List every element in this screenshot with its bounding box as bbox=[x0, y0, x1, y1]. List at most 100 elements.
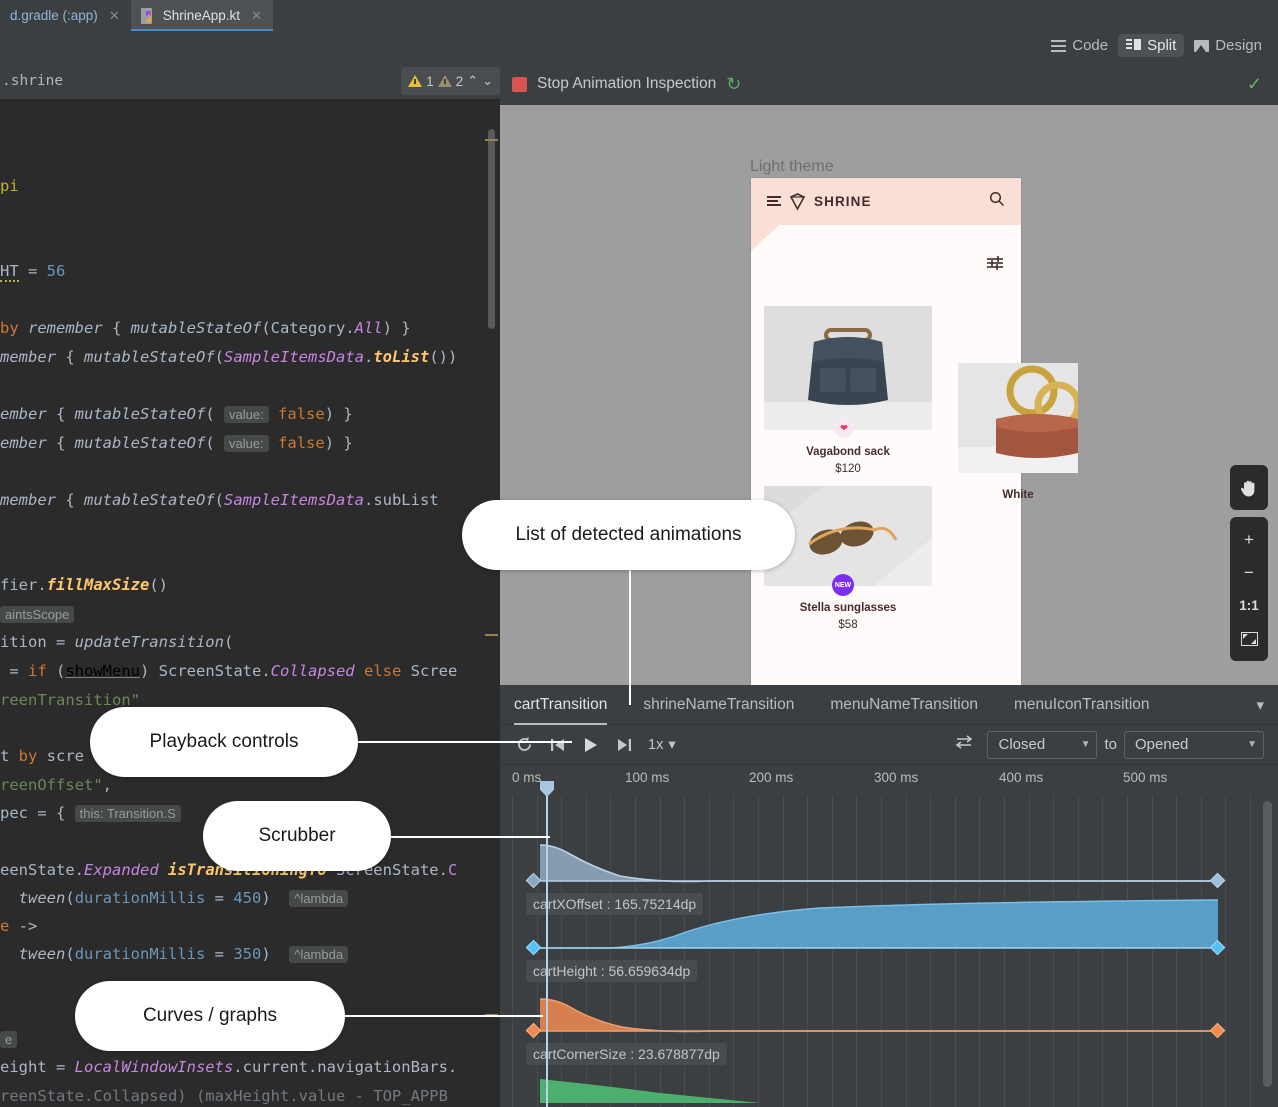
view-mode-switch: Code Split Design bbox=[1043, 34, 1270, 57]
zoom-actual-size-button[interactable]: 1:1 bbox=[1230, 589, 1268, 622]
preview-device-frame[interactable]: SHRINE bbox=[751, 178, 1021, 685]
chevron-down-icon[interactable]: ▾ bbox=[1256, 696, 1278, 714]
tab-label: shrineNameTransition bbox=[643, 696, 794, 714]
product-badge: NEW bbox=[832, 574, 854, 596]
code-line: t by scre bbox=[0, 747, 84, 765]
code-editor[interactable]: piHT = 56by remember { mutableStateOf(Ca… bbox=[0, 99, 500, 1107]
zoom-out-icon[interactable]: − bbox=[1230, 556, 1268, 589]
timeline-ruler[interactable]: 0 ms 100 ms 200 ms 300 ms 400 ms 500 ms bbox=[500, 765, 1278, 795]
playback-controls: 1x ▾ Closed ▼ to Opened ▼ bbox=[500, 725, 1278, 765]
product-name: Stella sunglasses bbox=[764, 602, 932, 614]
play-icon[interactable] bbox=[574, 729, 607, 761]
product-card[interactable]: ❤ Vagabond sack $120 bbox=[764, 306, 932, 475]
tab-menuIconTransition[interactable]: menuIconTransition bbox=[996, 685, 1168, 725]
timeline-scrollbar[interactable] bbox=[1263, 801, 1272, 1087]
swap-icon[interactable] bbox=[955, 735, 987, 754]
view-mode-code[interactable]: Code bbox=[1043, 34, 1116, 57]
stop-animation-inspection-button[interactable]: Stop Animation Inspection bbox=[537, 75, 716, 93]
chevron-down-icon: ▼ bbox=[1081, 739, 1091, 750]
product-card[interactable]: NEW Stella sunglasses $58 bbox=[764, 486, 932, 631]
stop-icon[interactable] bbox=[512, 77, 527, 92]
jump-to-end-icon[interactable] bbox=[607, 729, 640, 761]
chevron-down-icon: ▼ bbox=[1247, 739, 1257, 750]
breadcrumb[interactable]: .shrine bbox=[0, 73, 63, 89]
refresh-icon[interactable]: ↻ bbox=[726, 74, 741, 95]
editor-tab-shrineapp[interactable]: ShrineApp.kt ✕ bbox=[131, 0, 273, 31]
prev-problem-icon[interactable]: ⌃ bbox=[467, 73, 478, 89]
diamond-logo-icon bbox=[789, 193, 806, 211]
callout-text: Curves / graphs bbox=[143, 1005, 277, 1027]
callout-playback-controls: Playback controls bbox=[90, 707, 358, 777]
error-icon bbox=[408, 75, 422, 87]
animation-timeline[interactable]: 0 ms 100 ms 200 ms 300 ms 400 ms 500 ms … bbox=[500, 765, 1278, 1107]
from-state-select[interactable]: Closed ▼ bbox=[987, 731, 1097, 759]
from-state-value: Closed bbox=[998, 736, 1045, 753]
code-line: e -> bbox=[0, 917, 37, 935]
search-icon[interactable] bbox=[989, 191, 1005, 212]
next-problem-icon[interactable]: ⌄ bbox=[482, 73, 493, 89]
code-line: ember { mutableStateOf( value: false) } bbox=[0, 405, 353, 423]
playback-speed-selector[interactable]: 1x ▾ bbox=[648, 737, 676, 753]
ruler-tick: 200 ms bbox=[749, 770, 793, 785]
view-mode-label: Split bbox=[1147, 37, 1176, 54]
preview-toolbar: Stop Animation Inspection ↻ ✓ bbox=[500, 63, 1278, 105]
view-mode-split[interactable]: Split bbox=[1118, 34, 1184, 57]
scrubber-line[interactable] bbox=[546, 787, 548, 1107]
editor-scrollbar[interactable] bbox=[488, 129, 495, 329]
product-name: Vagabond sack bbox=[764, 446, 932, 458]
animation-lane-cartCornerSize[interactable]: cartCornerSize : 23.678877dp bbox=[500, 993, 1256, 1103]
view-mode-design[interactable]: Design bbox=[1186, 34, 1270, 57]
tab-menuNameTransition[interactable]: menuNameTransition bbox=[812, 685, 996, 725]
curve-value-label: cartCornerSize : 23.678877dp bbox=[526, 1043, 727, 1065]
code-line: ition = updateTransition( bbox=[0, 633, 233, 651]
to-label: to bbox=[1097, 736, 1124, 753]
callout-text: Playback controls bbox=[150, 731, 299, 753]
callout-curves: Curves / graphs bbox=[75, 981, 345, 1051]
code-line: by remember { mutableStateOf(Category.Al… bbox=[0, 319, 411, 337]
animation-lane-cartHeight[interactable]: cartHeight : 56.659634dp bbox=[500, 888, 1256, 1000]
tab-cartTransition[interactable]: cartTransition bbox=[514, 685, 625, 725]
inspection-widget[interactable]: 1 2 ⌃ ⌄ bbox=[401, 67, 500, 95]
tab-shrineNameTransition[interactable]: shrineNameTransition bbox=[625, 685, 812, 725]
ruler-tick: 400 ms bbox=[999, 770, 1043, 785]
code-line: reenState.Collapsed) (maxHeight.value - … bbox=[0, 1087, 448, 1105]
app-bar-notch bbox=[751, 225, 779, 251]
tune-icon[interactable] bbox=[987, 256, 1003, 275]
loop-icon[interactable] bbox=[508, 729, 541, 761]
image-icon bbox=[1194, 40, 1209, 52]
pan-tool-icon[interactable] bbox=[1230, 471, 1268, 504]
close-icon[interactable]: ✕ bbox=[109, 8, 120, 24]
callout-leader-line bbox=[385, 836, 550, 838]
code-line: fier.fillMaxSize() bbox=[0, 576, 168, 594]
callout-leader-line bbox=[629, 565, 631, 705]
product-price: $120 bbox=[764, 463, 932, 475]
code-line: tween(durationMillis = 450) ^lambda bbox=[0, 889, 348, 907]
to-state-select[interactable]: Opened ▼ bbox=[1124, 731, 1264, 759]
ruler-tick: 0 ms bbox=[512, 770, 541, 785]
code-line: HT = 56 bbox=[0, 262, 65, 280]
editor-tab-bar: d.gradle (:app) ✕ ShrineApp.kt ✕ bbox=[0, 0, 1278, 31]
tab-label: ShrineApp.kt bbox=[163, 8, 240, 23]
code-line: member { mutableStateOf(SampleItemsData.… bbox=[0, 348, 457, 366]
product-price: $58 bbox=[764, 619, 932, 631]
hamburger-icon[interactable] bbox=[767, 196, 781, 207]
code-line: ember { mutableStateOf( value: false) } bbox=[0, 434, 353, 452]
jump-to-start-icon[interactable] bbox=[541, 729, 574, 761]
view-mode-label: Design bbox=[1215, 37, 1262, 54]
zoom-in-icon[interactable]: + bbox=[1230, 523, 1268, 556]
zoom-fit-icon[interactable] bbox=[1230, 622, 1268, 655]
preview-theme-label: Light theme bbox=[750, 158, 834, 176]
code-line: = if (showMenu) ScreenState.Collapsed el… bbox=[0, 662, 457, 680]
editor-tab-gradle[interactable]: d.gradle (:app) ✕ bbox=[0, 0, 131, 31]
product-badge: ❤ bbox=[834, 418, 854, 438]
code-line: tween(durationMillis = 350) ^lambda bbox=[0, 945, 348, 963]
tab-label: menuIconTransition bbox=[1014, 696, 1150, 714]
code-line: reenOffset", bbox=[0, 776, 112, 794]
product-card[interactable]: White bbox=[958, 363, 1078, 501]
ruler-tick: 300 ms bbox=[874, 770, 918, 785]
compose-preview-surface[interactable]: Light theme SHRINE bbox=[500, 105, 1278, 685]
curve-value-label: cartHeight : 56.659634dp bbox=[526, 960, 697, 982]
view-mode-label: Code bbox=[1072, 37, 1108, 54]
close-icon[interactable]: ✕ bbox=[251, 8, 262, 24]
tab-label: menuNameTransition bbox=[830, 696, 978, 714]
